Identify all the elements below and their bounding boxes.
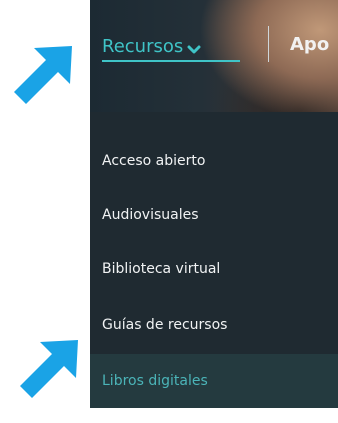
- menu-item-audiovisuales[interactable]: Audiovisuales: [90, 188, 338, 242]
- site-navigation: Recursos Apo Acceso abierto Audiovisuale…: [90, 0, 338, 423]
- nav-divider: [268, 26, 269, 62]
- nav-recursos-button[interactable]: Recursos: [102, 30, 207, 62]
- menu-item-biblioteca-virtual[interactable]: Biblioteca virtual: [90, 242, 338, 296]
- nav-next-item[interactable]: Apo: [290, 34, 329, 55]
- nav-active-underline: [102, 60, 240, 62]
- menu-item-acceso-abierto[interactable]: Acceso abierto: [90, 134, 338, 188]
- menu-item-guias-de-recursos[interactable]: Guías de recursos: [90, 298, 338, 352]
- header-bar: Recursos Apo: [90, 0, 338, 112]
- arrow-pointer-icon: [16, 336, 82, 402]
- nav-recursos-label: Recursos: [102, 35, 184, 57]
- chevron-down-icon: [187, 40, 201, 54]
- dropdown-menu: Acceso abierto Audiovisuales Biblioteca …: [90, 112, 338, 408]
- arrow-pointer-icon: [10, 42, 76, 108]
- menu-item-libros-digitales[interactable]: Libros digitales: [90, 354, 338, 408]
